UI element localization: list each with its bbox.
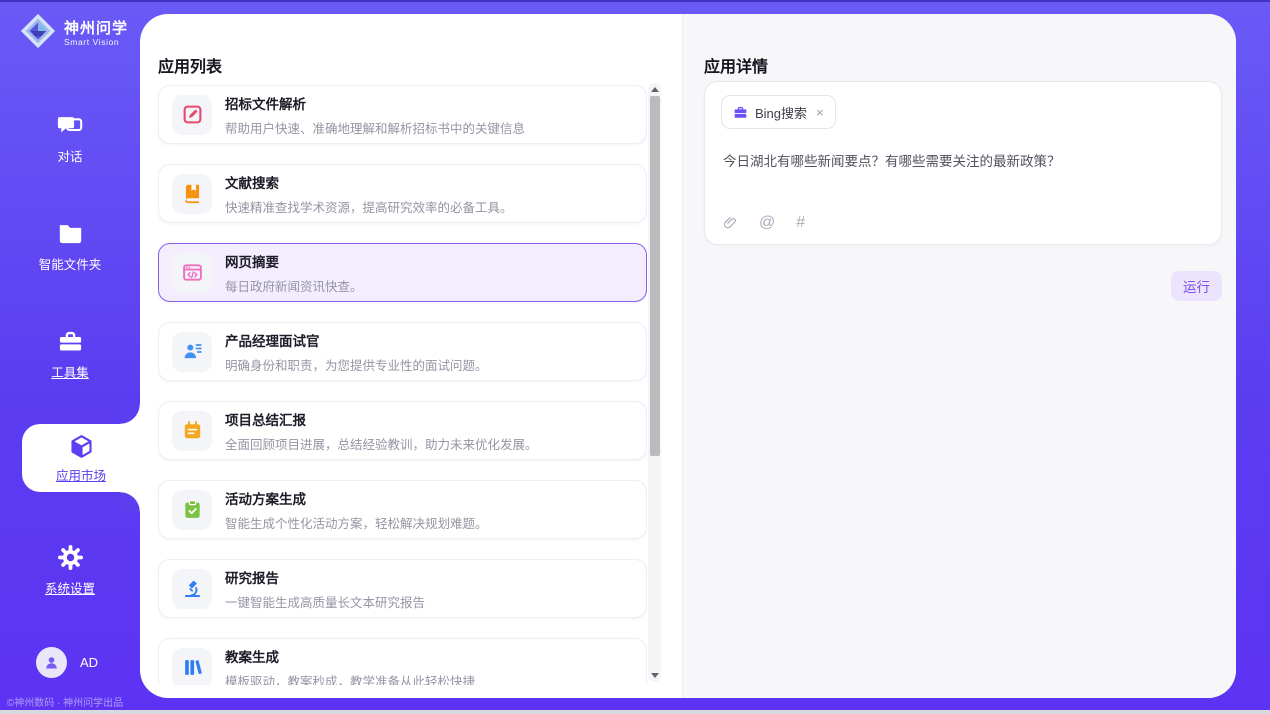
run-button[interactable]: 运行 bbox=[1171, 271, 1222, 301]
window-bottom-edge bbox=[0, 710, 1270, 714]
app-card[interactable]: 研究报告 一键智能生成高质量长文本研究报告 bbox=[158, 559, 647, 618]
brand-name: 神州问学 bbox=[64, 20, 128, 37]
brand-subtitle: Smart Vision bbox=[64, 37, 128, 47]
app-card[interactable]: 招标文件解析 帮助用户快速、准确地理解和解析招标书中的关键信息 bbox=[158, 85, 647, 144]
attachment-icon[interactable] bbox=[722, 215, 738, 231]
copyright-footer: ©神州数码 · 神州问学出品 bbox=[0, 694, 130, 709]
window-top-edge bbox=[0, 0, 1270, 2]
sidebar-item-chat[interactable]: 对话 bbox=[0, 112, 140, 165]
scrollbar[interactable] bbox=[648, 83, 661, 682]
brand-logo: 神州问学 Smart Vision bbox=[19, 12, 128, 55]
scroll-down-icon[interactable] bbox=[651, 673, 659, 678]
tool-tag-label: Bing搜索 bbox=[755, 103, 807, 122]
app-card[interactable]: 活动方案生成 智能生成个性化活动方案，轻松解决规划难题。 bbox=[158, 480, 647, 539]
close-icon[interactable]: × bbox=[816, 106, 824, 119]
books-icon bbox=[182, 657, 203, 678]
topic-icon[interactable]: # bbox=[796, 215, 805, 231]
cube-icon bbox=[68, 433, 95, 460]
chat-icon bbox=[57, 112, 84, 139]
app-card[interactable]: 网页摘要 每日政府新闻资讯快查。 bbox=[158, 243, 647, 302]
pen-square-icon bbox=[182, 104, 203, 125]
query-text[interactable]: 今日湖北有哪些新闻要点？有哪些需要关注的最新政策？ bbox=[723, 152, 1197, 173]
app-card[interactable]: 项目总结汇报 全面回顾项目进展，总结经验教训，助力未来优化发展。 bbox=[158, 401, 647, 460]
sidebar-item-smart-folder[interactable]: 智能文件夹 bbox=[0, 220, 140, 273]
toolbox-icon bbox=[57, 328, 84, 355]
app-card[interactable]: 教案生成 模板驱动，教案秒成，教学准备从此轻松快捷 bbox=[158, 638, 647, 685]
clipboard-icon bbox=[182, 499, 203, 520]
prompt-input-card[interactable]: Bing搜索 × 今日湖北有哪些新闻要点？有哪些需要关注的最新政策？ @ # bbox=[704, 81, 1222, 245]
app-card[interactable]: 产品经理面试官 明确身份和职责，为您提供专业性的面试问题。 bbox=[158, 322, 647, 381]
app-card-list: 招标文件解析 帮助用户快速、准确地理解和解析招标书中的关键信息 文献搜索 快速精… bbox=[158, 85, 647, 685]
app-list-title: 应用列表 bbox=[158, 53, 222, 77]
sidebar-item-settings[interactable]: 系统设置 bbox=[0, 544, 140, 597]
calendar-icon bbox=[182, 420, 203, 441]
tool-tag-bing[interactable]: Bing搜索 × bbox=[721, 95, 836, 129]
scroll-up-icon[interactable] bbox=[651, 87, 659, 92]
app-window: { "brand": {"name": "神州问学", "subtitle": … bbox=[0, 0, 1270, 714]
interview-icon bbox=[182, 341, 203, 362]
avatar[interactable] bbox=[36, 647, 67, 678]
scrollbar-thumb[interactable] bbox=[650, 96, 660, 456]
main-content: 应用列表 招标文件解析 帮助用户快速、准确地理解和解析招标书中的关键信息 文献搜… bbox=[140, 14, 1236, 698]
mention-icon[interactable]: @ bbox=[759, 215, 775, 231]
sidebar: 神州问学 Smart Vision 对话 智能文件夹 工具集 应用市场 系统设置… bbox=[0, 0, 140, 714]
app-list-panel: 应用列表 招标文件解析 帮助用户快速、准确地理解和解析招标书中的关键信息 文献搜… bbox=[140, 14, 682, 698]
gear-icon bbox=[57, 544, 84, 571]
app-card[interactable]: 文献搜索 快速精准查找学术资源，提高研究效率的必备工具。 bbox=[158, 164, 647, 223]
research-icon bbox=[182, 578, 203, 599]
sidebar-item-toolset[interactable]: 工具集 bbox=[0, 328, 140, 381]
book-icon bbox=[182, 183, 203, 204]
brand-gem-icon bbox=[19, 12, 57, 55]
input-toolbar: @ # bbox=[722, 215, 805, 231]
app-detail-panel: 应用详情 Bing搜索 × 今日湖北有哪些新闻要点？有哪些需要关注的最新政策？ … bbox=[682, 14, 1236, 698]
user-row[interactable]: AD bbox=[36, 647, 98, 678]
briefcase-icon bbox=[733, 105, 748, 120]
person-icon bbox=[43, 654, 60, 671]
app-detail-title: 应用详情 bbox=[704, 53, 768, 77]
web-icon bbox=[182, 262, 203, 283]
sidebar-item-app-market[interactable]: 应用市场 bbox=[22, 424, 140, 492]
folder-icon bbox=[57, 220, 84, 247]
user-name: AD bbox=[80, 655, 98, 670]
